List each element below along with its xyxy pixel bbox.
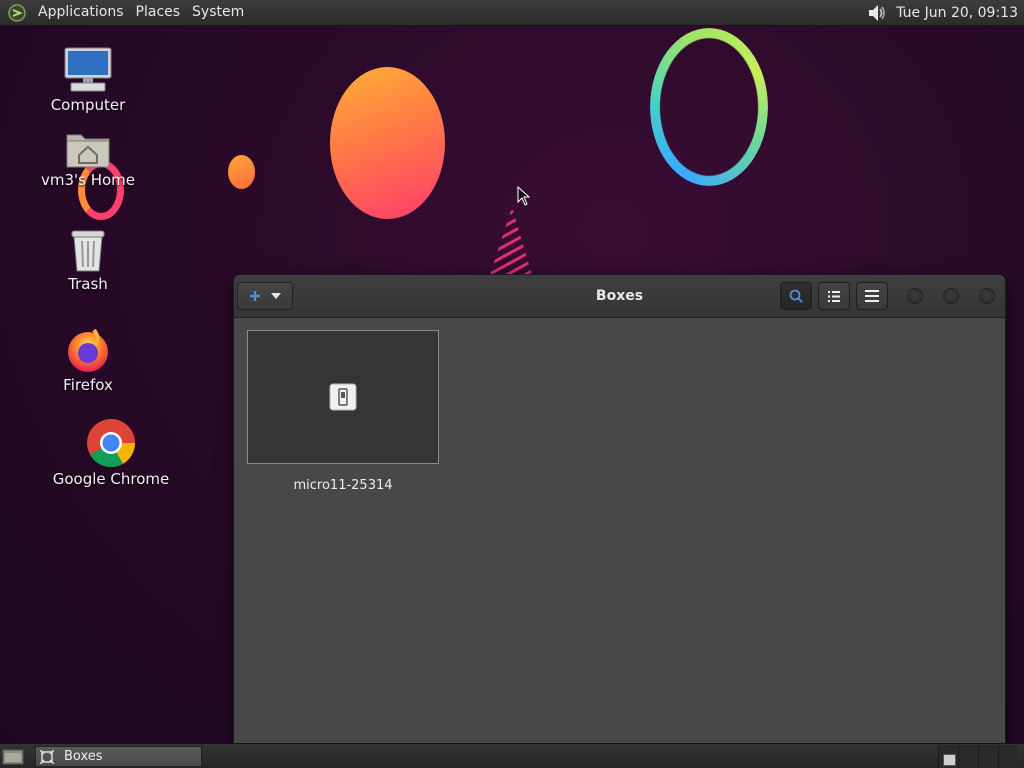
taskbar-item-boxes[interactable]: Boxes xyxy=(35,746,202,767)
workspace-2[interactable] xyxy=(958,745,978,768)
window-title: Boxes xyxy=(595,288,644,304)
close-button[interactable] xyxy=(979,288,995,304)
desktop-icon-trash[interactable]: Trash xyxy=(48,227,128,293)
box-item[interactable]: micro11-25314 xyxy=(247,330,439,493)
desktop-icon-label: Firefox xyxy=(63,376,113,394)
desktop-icon-label: Computer xyxy=(50,96,126,114)
desktop-icon-chrome[interactable]: Google Chrome xyxy=(50,418,172,488)
chevron-down-icon xyxy=(271,293,281,299)
wallpaper-oval-large xyxy=(330,67,445,219)
distro-logo-icon[interactable] xyxy=(8,3,26,22)
show-desktop-icon[interactable] xyxy=(2,748,24,765)
desktop-icon-home[interactable]: vm3's Home xyxy=(40,129,136,189)
menu-applications[interactable]: Applications xyxy=(32,0,130,25)
hamburger-menu-icon xyxy=(865,290,879,302)
minimize-button[interactable] xyxy=(907,288,923,304)
bottom-panel: Boxes xyxy=(0,743,1024,768)
boxes-collection: micro11-25314 xyxy=(234,318,1005,745)
main-menu-button[interactable] xyxy=(856,282,888,310)
desktop-icon-label: Google Chrome xyxy=(52,470,170,488)
volume-icon[interactable] xyxy=(866,2,888,24)
wallpaper-ring xyxy=(650,28,768,186)
workspace-switcher[interactable] xyxy=(938,745,1024,768)
machine-icon xyxy=(329,383,357,411)
mouse-cursor-icon xyxy=(517,186,531,206)
menu-places[interactable]: Places xyxy=(130,0,187,25)
workspace-window-thumb xyxy=(943,754,956,766)
desktop-icon-label: Trash xyxy=(68,275,108,293)
workspace-1[interactable] xyxy=(938,745,958,768)
list-view-button[interactable] xyxy=(818,282,850,310)
desktop-icon-computer[interactable]: Computer xyxy=(48,46,128,114)
wallpaper-oval-small xyxy=(228,155,255,189)
list-view-icon xyxy=(828,290,840,302)
computer-icon xyxy=(64,47,112,92)
top-panel: Applications Places System Tue Jun 20, 0… xyxy=(0,0,1024,26)
desktop-screen: Applications Places System Tue Jun 20, 0… xyxy=(0,0,1024,768)
boxes-app-icon xyxy=(40,749,56,765)
workspace-4[interactable] xyxy=(998,745,1018,768)
boxes-window: Boxes micro11-25314 xyxy=(233,274,1006,746)
headerbar: Boxes xyxy=(234,275,1005,318)
workspace-3[interactable] xyxy=(978,745,998,768)
chrome-icon xyxy=(87,419,135,468)
taskbar-item-label: Boxes xyxy=(64,749,103,764)
wallpaper-stripes xyxy=(490,207,532,275)
firefox-icon xyxy=(68,328,108,372)
desktop-icon-firefox[interactable]: Firefox xyxy=(48,326,128,394)
trash-icon xyxy=(71,230,105,272)
desktop-icon-label: vm3's Home xyxy=(40,171,136,189)
maximize-button[interactable] xyxy=(943,288,959,304)
box-thumbnail[interactable] xyxy=(247,330,439,464)
plus-icon xyxy=(250,291,260,301)
panel-tray: Tue Jun 20, 09:13 xyxy=(866,0,1024,25)
box-name: micro11-25314 xyxy=(293,478,393,493)
search-button[interactable] xyxy=(780,282,812,310)
new-box-button[interactable] xyxy=(237,282,293,310)
menu-system[interactable]: System xyxy=(186,0,250,25)
search-icon xyxy=(789,289,803,303)
home-folder-icon xyxy=(66,134,110,168)
clock[interactable]: Tue Jun 20, 09:13 xyxy=(896,5,1018,21)
